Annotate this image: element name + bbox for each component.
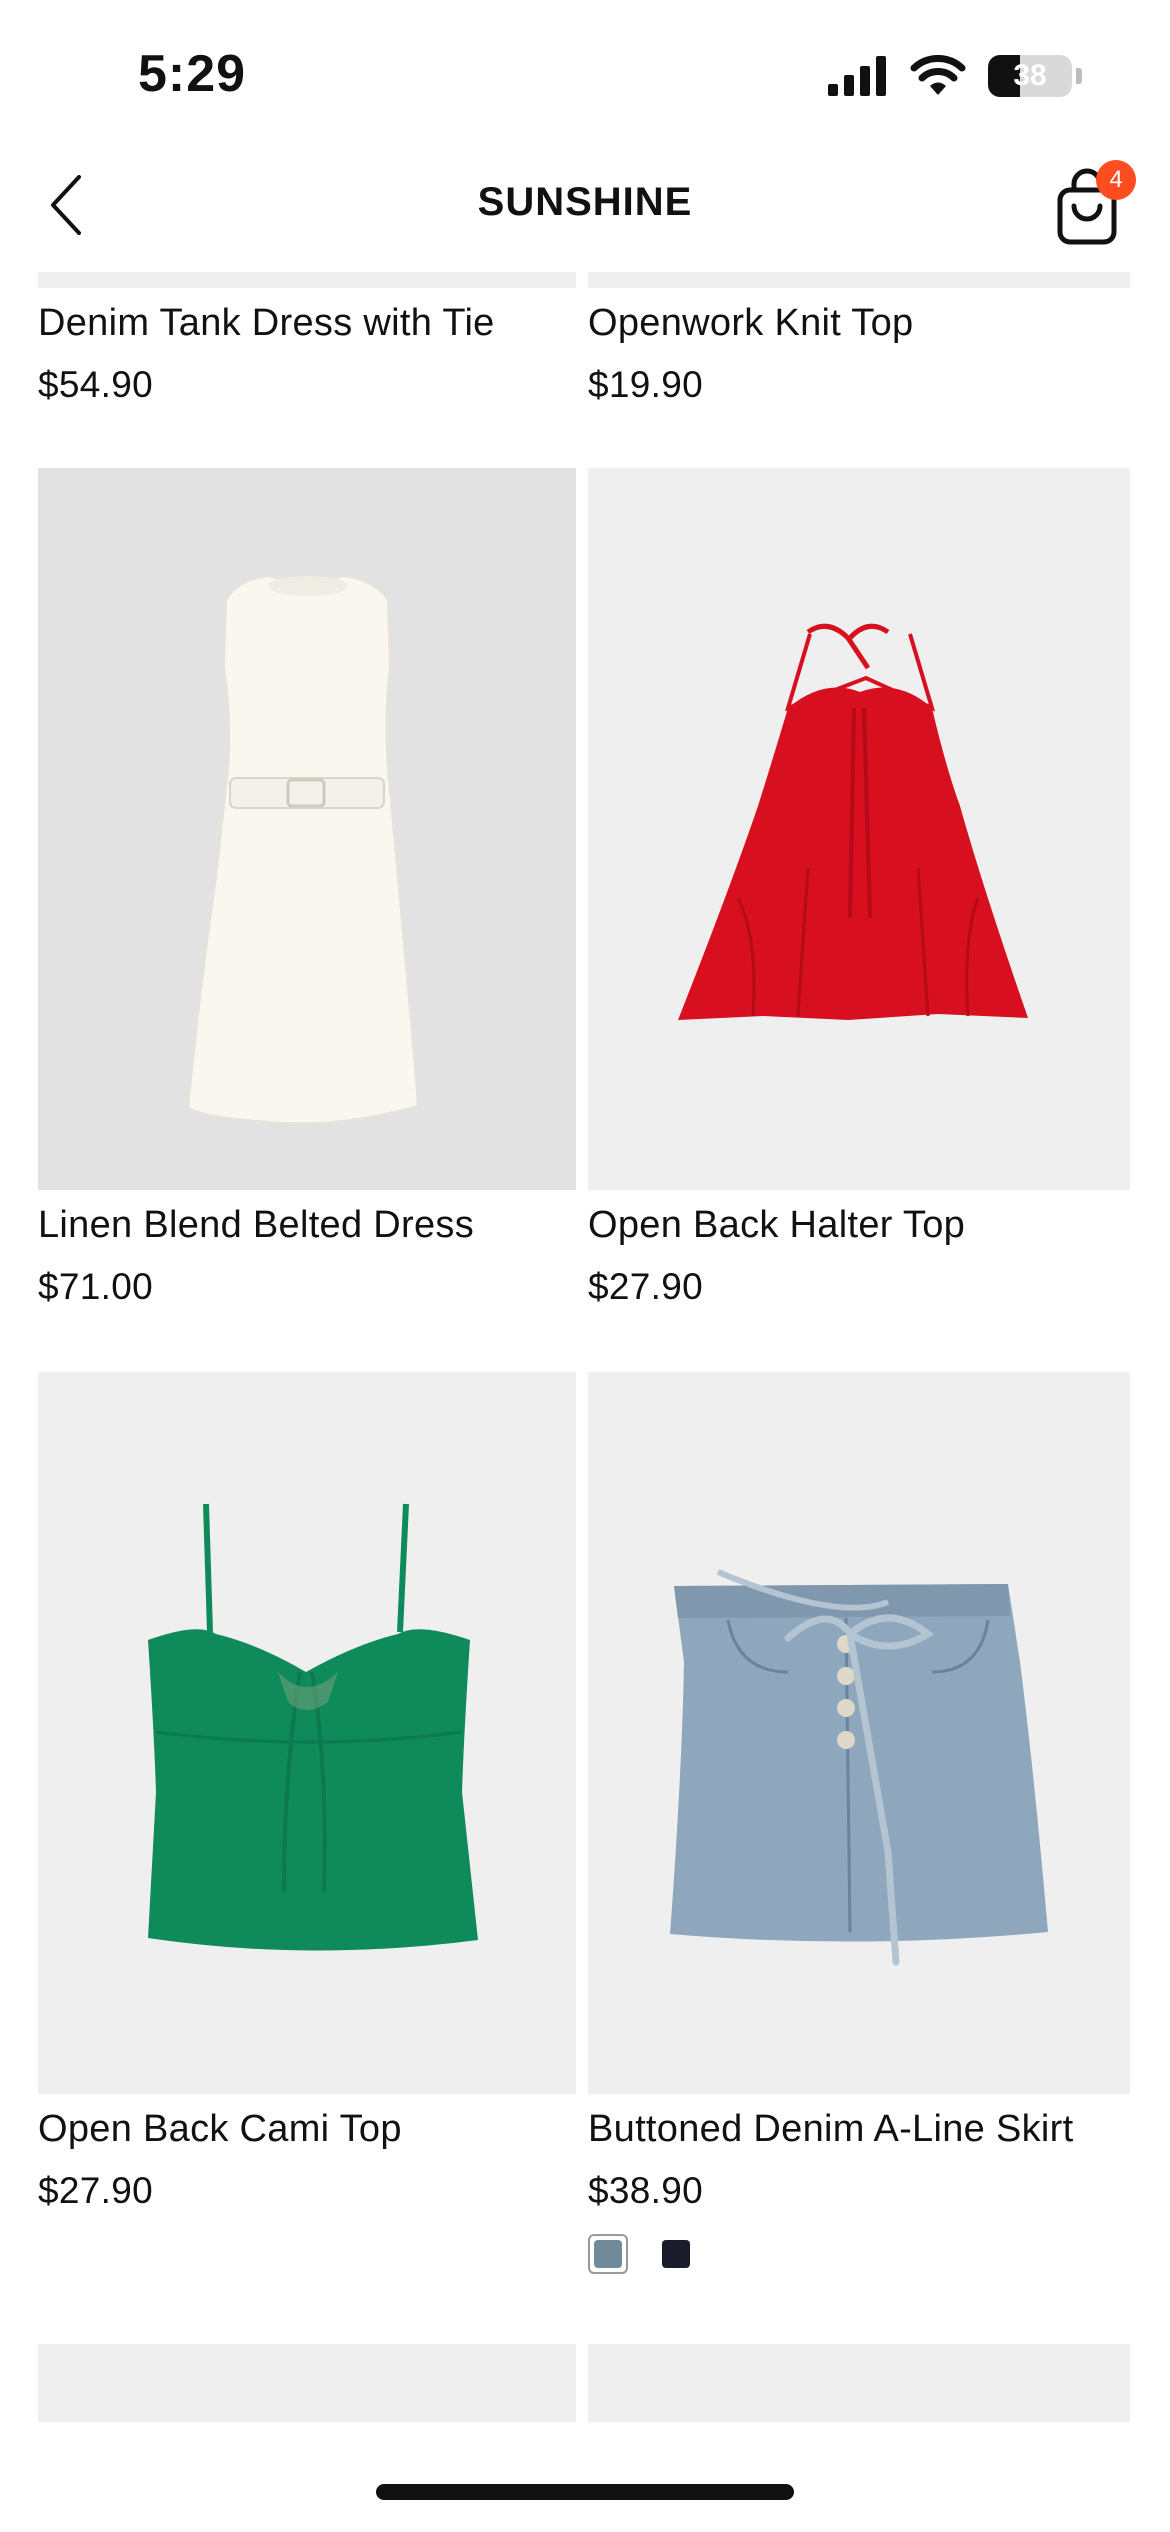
- wifi-icon: [910, 55, 966, 95]
- product-image: [38, 1372, 576, 2094]
- product-card[interactable]: [588, 2344, 1130, 2422]
- denim-skirt-image: [670, 1569, 1048, 1966]
- color-swatch-navy[interactable]: [656, 2234, 696, 2274]
- product-price: $71.00: [38, 1266, 153, 1307]
- cart-button[interactable]: 4: [1038, 158, 1136, 254]
- product-image: [38, 272, 576, 288]
- green-cami-top-image: [148, 1503, 478, 1951]
- product-price: $27.90: [38, 2170, 153, 2211]
- color-swatch-blue[interactable]: [588, 2234, 628, 2274]
- product-image: [588, 468, 1130, 1190]
- product-image: [588, 2344, 1130, 2422]
- battery-icon: 38: [988, 55, 1082, 97]
- product-card[interactable]: Denim Tank Dress with Tie $54.90: [38, 272, 576, 422]
- product-card[interactable]: [38, 2344, 576, 2422]
- product-price: $27.90: [588, 1266, 703, 1307]
- status-time: 5:29: [138, 45, 247, 103]
- page-title: SUNSHINE: [477, 180, 693, 224]
- battery-level: 38: [1013, 59, 1047, 92]
- product-price: $19.90: [588, 364, 703, 405]
- product-card[interactable]: Buttoned Denim A-Line Skirt $38.90: [588, 1372, 1130, 2292]
- product-image: [38, 468, 576, 1190]
- product-name: Denim Tank Dress with Tie: [38, 302, 495, 344]
- color-swatches: [588, 2234, 696, 2274]
- product-price: $54.90: [38, 364, 153, 405]
- status-icons: 38: [828, 50, 1082, 102]
- nav-bar: SUNSHINE 4: [0, 150, 1170, 262]
- product-name: Linen Blend Belted Dress: [38, 1204, 475, 1246]
- product-name: Open Back Cami Top: [38, 2108, 402, 2150]
- white-dress-image: [186, 574, 420, 1125]
- product-image: [38, 2344, 576, 2422]
- product-name: Open Back Halter Top: [588, 1204, 966, 1246]
- product-price: $38.90: [588, 2170, 703, 2211]
- product-card[interactable]: Linen Blend Belted Dress $71.00: [38, 468, 576, 1318]
- product-image: [588, 272, 1130, 288]
- cellular-signal-icon: [828, 56, 886, 96]
- product-card[interactable]: Open Back Halter Top $27.90: [588, 468, 1130, 1318]
- product-card[interactable]: Open Back Cami Top $27.90: [38, 1372, 576, 2292]
- home-indicator: [376, 2484, 794, 2500]
- status-bar: 5:29 38: [0, 0, 1170, 150]
- cart-count-badge: 4: [1096, 160, 1136, 200]
- product-name: Openwork Knit Top: [588, 302, 914, 344]
- product-name: Buttoned Denim A-Line Skirt: [588, 2108, 1074, 2150]
- product-card[interactable]: Openwork Knit Top $19.90: [588, 272, 1130, 422]
- product-image: [588, 1372, 1130, 2094]
- red-halter-top-image: [678, 623, 1028, 1020]
